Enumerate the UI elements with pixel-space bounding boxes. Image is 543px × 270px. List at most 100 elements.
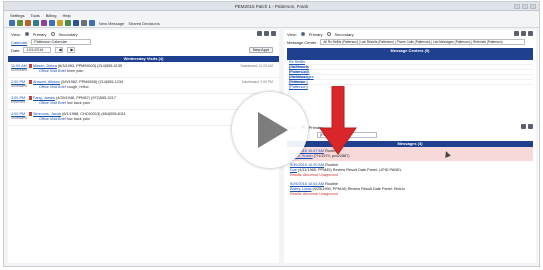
flag-icon	[29, 96, 32, 100]
pane-tile-icon[interactable]	[521, 124, 526, 129]
mc-name-link[interactable]: Lab Results (Patterson)	[289, 65, 319, 74]
pane-options-icon[interactable]	[521, 31, 526, 36]
view-primary-radio[interactable]	[24, 32, 29, 36]
title-bar: PEM2015 Patch 1 - Patterson, Frank	[4, 2, 539, 11]
mc-count	[367, 60, 391, 64]
calendar-link[interactable]: Calendar	[11, 40, 27, 45]
calendar-icon[interactable]	[9, 20, 15, 26]
report-icon[interactable]	[65, 20, 71, 26]
visit-reason: cough, reflux	[66, 85, 89, 89]
date-row: Date 10/1/2016 ◀ ▶ New Appt	[8, 46, 279, 54]
pane-close-icon[interactable]	[528, 31, 533, 36]
print-icon[interactable]	[73, 20, 79, 26]
left-view-row: View: Primary Secondary	[8, 30, 279, 38]
flag-icon	[29, 80, 32, 84]
mc-count	[367, 80, 391, 84]
visit-status: Resolved	[11, 100, 26, 104]
chart-icon[interactable]	[17, 20, 23, 26]
message-item[interactable]: 9/30/2016 10:20 AM Routine Doe (4/11/196…	[287, 161, 533, 180]
menu-bar: Settings Tools Billing Help	[4, 11, 539, 19]
office-visit-brief-link[interactable]: Office Visit Brief	[39, 101, 66, 105]
date-field[interactable]: 10/1/2016	[23, 47, 52, 53]
visit-reason: knee pain	[66, 69, 84, 73]
phone-icon[interactable]	[49, 20, 55, 26]
document-icon[interactable]	[41, 20, 47, 26]
mc-count	[367, 70, 391, 74]
new-appt-button[interactable]: New Appt	[248, 47, 273, 53]
view-secondary-radio[interactable]	[326, 32, 331, 36]
patient-details: (4/29/1948, PPM57) (972)555-3217	[56, 96, 116, 100]
red-arrow-icon	[319, 86, 357, 155]
mail-icon[interactable]	[57, 20, 63, 26]
shared-decisions-button[interactable]: Shared Decisions	[128, 21, 159, 26]
pane-options-icon[interactable]	[528, 124, 533, 129]
visit-reason: low back pain	[66, 101, 90, 105]
mc-count	[319, 65, 343, 69]
message-patient-link[interactable]: Doe	[290, 168, 297, 172]
new-message-icon[interactable]	[89, 20, 95, 26]
visit-row[interactable]: 2:00 PM Scheduled Ahaumi, Allyson (5/9/19…	[8, 78, 279, 94]
pane-options-icon[interactable]	[264, 31, 269, 36]
rx-icon[interactable]	[25, 20, 31, 26]
view-label: View:	[11, 31, 21, 37]
menu-tools[interactable]: Tools	[30, 13, 39, 18]
mc-name-link[interactable]: Referrals (Patterson)	[289, 80, 319, 89]
mc-count	[343, 65, 367, 69]
office-visit-brief-link[interactable]: Office Visit Brief	[39, 117, 66, 121]
close-button[interactable]	[530, 4, 536, 9]
view-secondary-label: Secondary	[58, 31, 78, 37]
view-primary-radio[interactable]	[300, 32, 305, 36]
office-visit-brief-link[interactable]: Office Visit Brief	[39, 85, 66, 89]
message-centers-table: Message Centers (5) Rx Refills (Patterso…	[287, 48, 533, 89]
message-item[interactable]: 9/29/2016 10:53 AM Routine Bailey, Linda…	[287, 180, 533, 199]
patient-name-link[interactable]: Mason, Debra	[33, 64, 57, 68]
office-visit-brief-link[interactable]: Office Visit Brief	[39, 69, 66, 73]
mc-name-link[interactable]: Rx Refills (Patterson)	[289, 60, 319, 69]
patient-name-link[interactable]: Ahaumi, Allyson	[33, 80, 60, 84]
patient-details: (6/1/1988, CHC60313) (654)555-6111	[62, 112, 126, 116]
date-next-icon[interactable]: ▶	[67, 47, 76, 53]
video-play-button[interactable]	[232, 92, 308, 168]
pane-close-icon[interactable]	[271, 31, 276, 36]
message-patient-link[interactable]: Bailey, Linda	[290, 187, 311, 191]
lab-icon[interactable]	[33, 20, 39, 26]
flag-icon	[29, 64, 32, 68]
mc-count	[343, 80, 367, 84]
visit-row[interactable]: 11:00 AM Scheduled Mason, Debra (6/3/1983…	[8, 62, 279, 78]
toolbar: New Message Shared Decisions	[4, 19, 539, 28]
message-details: (4/25/1990, PPM16) Review Result Date Pa…	[312, 187, 406, 191]
patient-name-link[interactable]: Simmons, Jacob	[33, 112, 61, 116]
calendar-select[interactable]: Patterson Calendar	[31, 39, 92, 45]
view-secondary-radio[interactable]	[50, 32, 55, 36]
mc-count	[319, 80, 343, 84]
minimize-button[interactable]	[514, 4, 520, 9]
menu-help[interactable]: Help	[62, 13, 70, 18]
message-center-select[interactable]: All Rx Refills (Patterson) | Lab Results…	[320, 39, 526, 45]
mc-count	[319, 75, 343, 79]
pane-tile-icon[interactable]	[514, 31, 519, 36]
mc-name-link[interactable]: Phone Calls (Patterson)	[289, 70, 319, 79]
mc-count	[367, 65, 391, 69]
new-message-button[interactable]: New Message	[99, 21, 124, 26]
message-date-link[interactable]: 9/29/2016 10:53 AM	[290, 182, 324, 186]
pane-tile-icon[interactable]	[257, 31, 262, 36]
window-title: PEM2015 Patch 1 - Patterson, Frank	[234, 4, 309, 9]
message-details: (4/11/1965, PPM45) Review Result Date Pa…	[298, 168, 402, 172]
message-date-link[interactable]: 9/30/2016 10:20 AM	[290, 163, 324, 167]
patient-details: (6/3/1983, PPM99003) (214)555-4135	[57, 64, 123, 68]
left-pane-controls	[257, 31, 276, 36]
menu-settings[interactable]: Settings	[10, 13, 24, 18]
mc-count	[343, 75, 367, 79]
calendar-row: Calendar Patterson Calendar	[8, 38, 279, 46]
menu-billing[interactable]: Billing	[46, 13, 57, 18]
date-prev-icon[interactable]: ◀	[55, 47, 64, 53]
maximize-button[interactable]	[522, 4, 528, 9]
settings-icon[interactable]	[81, 20, 87, 26]
visit-dashboard: Dashboard: 2:00 PM	[241, 80, 273, 84]
visit-status: Scheduled	[11, 84, 28, 88]
mc-count	[367, 75, 391, 79]
view-label: View:	[287, 31, 297, 37]
mc-name-link[interactable]: Lab Messages (Patterson)	[289, 75, 319, 84]
window-controls	[514, 4, 536, 9]
patient-name-link[interactable]: Fang, James	[33, 96, 55, 100]
